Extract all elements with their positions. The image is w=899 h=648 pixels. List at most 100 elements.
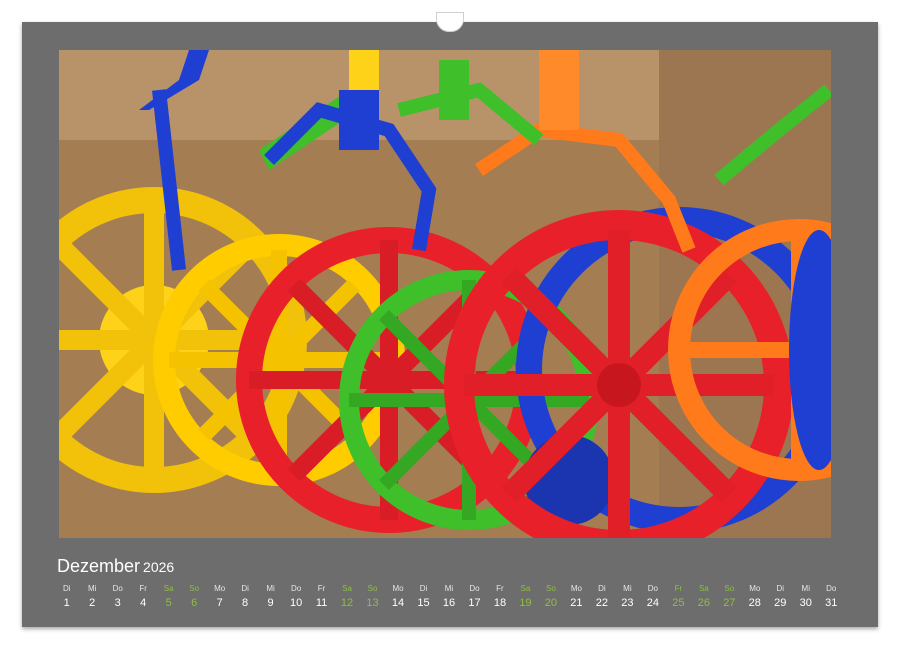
day-cell: Sa 19 [513,584,538,612]
day-cell: Sa 5 [156,584,181,612]
weekday-label: Sa [342,584,352,593]
day-cell: Do 10 [283,584,308,612]
day-cell: Mi 30 [793,584,818,612]
weekday-label: Mi [444,584,454,593]
day-cell: Mo 21 [564,584,589,612]
weekday-label: Mi [623,584,632,593]
day-strip: Di 1 Mi 2 Do 3 Fr 4 Sa 5 So 6 Mo 7 Di 8 Mi 9 Do 10 Fr 11 Sa 12 S… [54,584,844,612]
weekday-label: Mo [392,584,404,593]
day-number: 14 [391,597,405,609]
day-cell: Fr 25 [666,584,691,612]
weekday-label: Do [112,584,123,593]
day-cell: Di 15 [411,584,436,612]
weekday-label: Mo [749,584,761,593]
day-number: 29 [774,597,787,609]
day-number: 16 [442,597,456,609]
weekday-label: Sa [520,584,531,593]
day-number: 1 [63,597,70,609]
weekday-label: Mi [266,584,275,593]
weekday-label: Do [647,584,658,593]
day-cell: Mi 16 [436,584,461,612]
day-number: 31 [825,597,838,609]
weekday-label: Mi [87,584,97,593]
day-number: 9 [267,597,274,609]
day-cell: Di 29 [768,584,793,612]
day-cell: Mo 28 [742,584,767,612]
day-cell: Fr 4 [130,584,155,612]
weekday-label: Mo [570,584,582,593]
day-number: 4 [140,597,147,609]
day-number: 15 [417,597,430,609]
day-number: 8 [242,597,249,609]
day-number: 26 [697,597,710,609]
weekday-label: Do [826,584,837,593]
day-cell: Mo 14 [385,584,410,612]
day-number: 22 [595,597,609,609]
day-cell: Mi 2 [79,584,104,612]
day-number: 11 [315,597,328,609]
day-number: 25 [672,597,685,609]
weekday-label: Fr [139,584,147,593]
month-name: Dezember [57,556,141,576]
day-cell: Sa 26 [691,584,716,612]
day-cell: Mo 7 [207,584,232,612]
day-number: 23 [621,597,634,609]
day-number: 12 [340,597,354,609]
day-cell: Fr 11 [309,584,334,612]
month-photo [59,50,831,538]
day-number: 20 [544,597,558,609]
day-cell: So 27 [717,584,742,612]
day-cell: Do 3 [105,584,130,612]
day-cell: Do 24 [640,584,665,612]
day-cell: So 6 [181,584,206,612]
day-cell: Fr 18 [487,584,512,612]
weekday-label: Do [469,584,480,593]
weekday-label: So [546,584,556,593]
weekday-label: Di [62,584,71,593]
day-cell: Di 22 [589,584,614,612]
weekday-label: Di [598,584,606,593]
day-number: 6 [191,597,198,609]
day-cell: Mi 9 [258,584,283,612]
day-number: 7 [216,597,223,609]
weekday-label: Fr [496,584,504,593]
day-cell: Mi 23 [615,584,640,612]
photo-illustration [59,50,831,538]
day-number: 28 [748,597,761,609]
day-number: 21 [570,597,583,609]
weekday-label: Mo [214,584,226,593]
day-number: 27 [723,597,736,609]
day-number: 3 [114,597,121,609]
day-number: 18 [493,597,507,609]
weekday-label: Fr [674,584,683,593]
weekday-label: Sa [698,584,709,593]
day-cell: Do 17 [462,584,487,612]
day-number: 19 [519,597,532,609]
weekday-label: So [367,584,378,593]
day-cell: So 13 [360,584,385,612]
weekday-label: Do [290,584,302,593]
day-cell: Do 31 [819,584,844,612]
day-number: 30 [799,597,812,609]
weekday-label: So [189,584,200,593]
month-title: Dezember 2026 [57,556,174,577]
day-number: 5 [165,597,172,609]
weekday-label: Di [776,584,785,593]
day-number: 17 [468,597,481,609]
weekday-label: Di [419,584,428,593]
day-cell: So 20 [538,584,563,612]
day-number: 2 [89,597,96,609]
day-number: 13 [366,597,379,609]
year-label: 2026 [143,559,175,575]
red-wheel-big [444,210,794,538]
day-cell: Di 8 [232,584,257,612]
day-number: 10 [289,597,303,609]
weekday-label: Sa [163,584,174,593]
weekday-label: Mi [801,584,810,593]
day-cell: Di 1 [54,584,79,612]
day-number: 24 [646,597,659,609]
day-cell: Sa 12 [334,584,359,612]
weekday-label: Fr [317,584,326,593]
weekday-label: So [724,584,735,593]
weekday-label: Di [241,584,249,593]
